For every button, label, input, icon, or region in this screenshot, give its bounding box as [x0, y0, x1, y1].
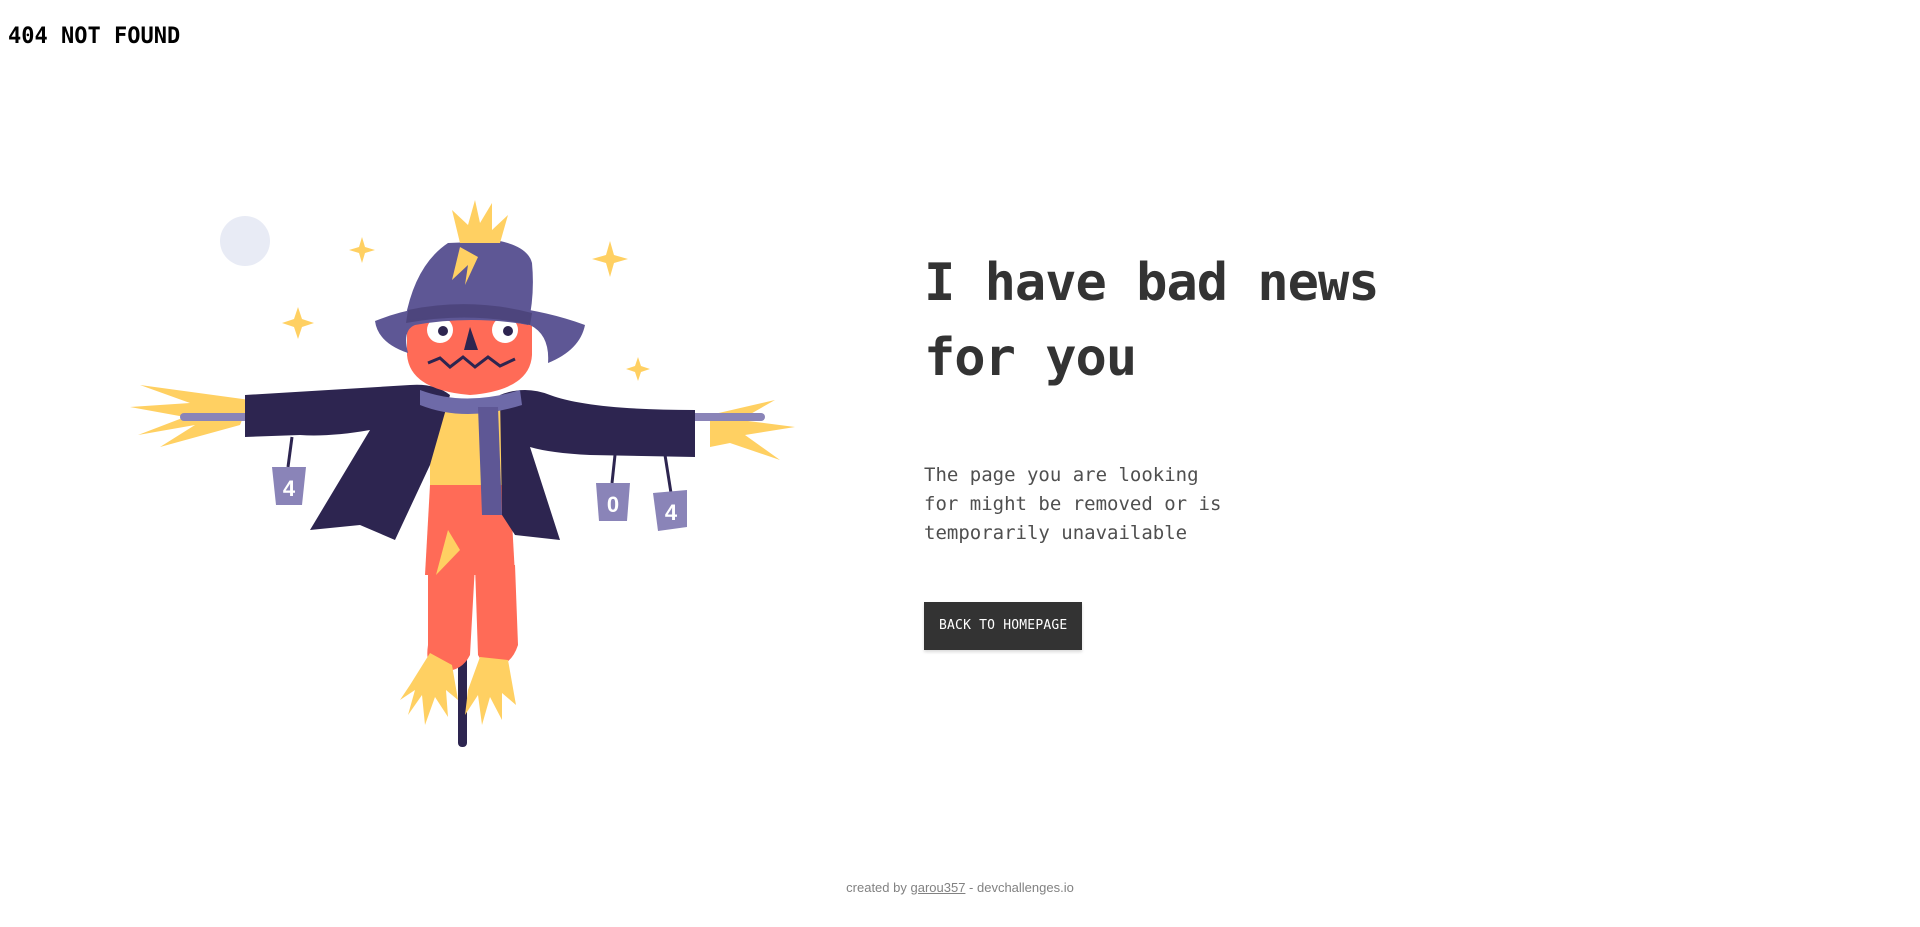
sparkle-icon	[282, 307, 314, 339]
can-label-left: 4	[283, 476, 296, 501]
scarecrow-illustration: 4 0 4	[130, 185, 820, 775]
headline-line-2: for you	[924, 328, 1137, 388]
sparkle-icon	[626, 357, 650, 381]
left-leg	[427, 565, 475, 671]
right-hand-straw	[710, 400, 795, 460]
string	[663, 454, 673, 494]
site-title: 404 NOT FOUND	[8, 24, 181, 49]
author-link[interactable]: garou357	[910, 880, 965, 895]
right-foot-straw	[465, 657, 516, 725]
torso	[425, 485, 515, 575]
can-label-right: 4	[665, 500, 678, 525]
footer-prefix: created by	[846, 880, 911, 895]
can-label-middle: 0	[607, 492, 619, 517]
error-description: The page you are looking for might be re…	[924, 464, 1222, 544]
headline: I have bad news for you	[924, 246, 1444, 396]
error-content: I have bad news for you The page you are…	[924, 246, 1444, 650]
left-pupil	[438, 326, 448, 336]
headline-line-1: I have bad news	[924, 253, 1380, 313]
right-pupil	[503, 326, 513, 336]
scarf-tail	[478, 407, 502, 515]
right-leg	[475, 565, 518, 668]
hat-straw	[452, 200, 508, 243]
sparkle-icon	[349, 237, 375, 263]
left-foot-straw	[400, 653, 458, 725]
string	[610, 454, 617, 484]
moon-icon	[220, 216, 270, 266]
sparkle-icon	[592, 241, 628, 277]
back-to-homepage-button[interactable]: BACK TO HOMEPAGE	[924, 602, 1083, 650]
right-arm-stick	[685, 413, 765, 421]
string	[286, 436, 294, 468]
footer-suffix: - devchallenges.io	[965, 880, 1074, 895]
footer: created by garou357 - devchallenges.io	[0, 880, 1920, 895]
